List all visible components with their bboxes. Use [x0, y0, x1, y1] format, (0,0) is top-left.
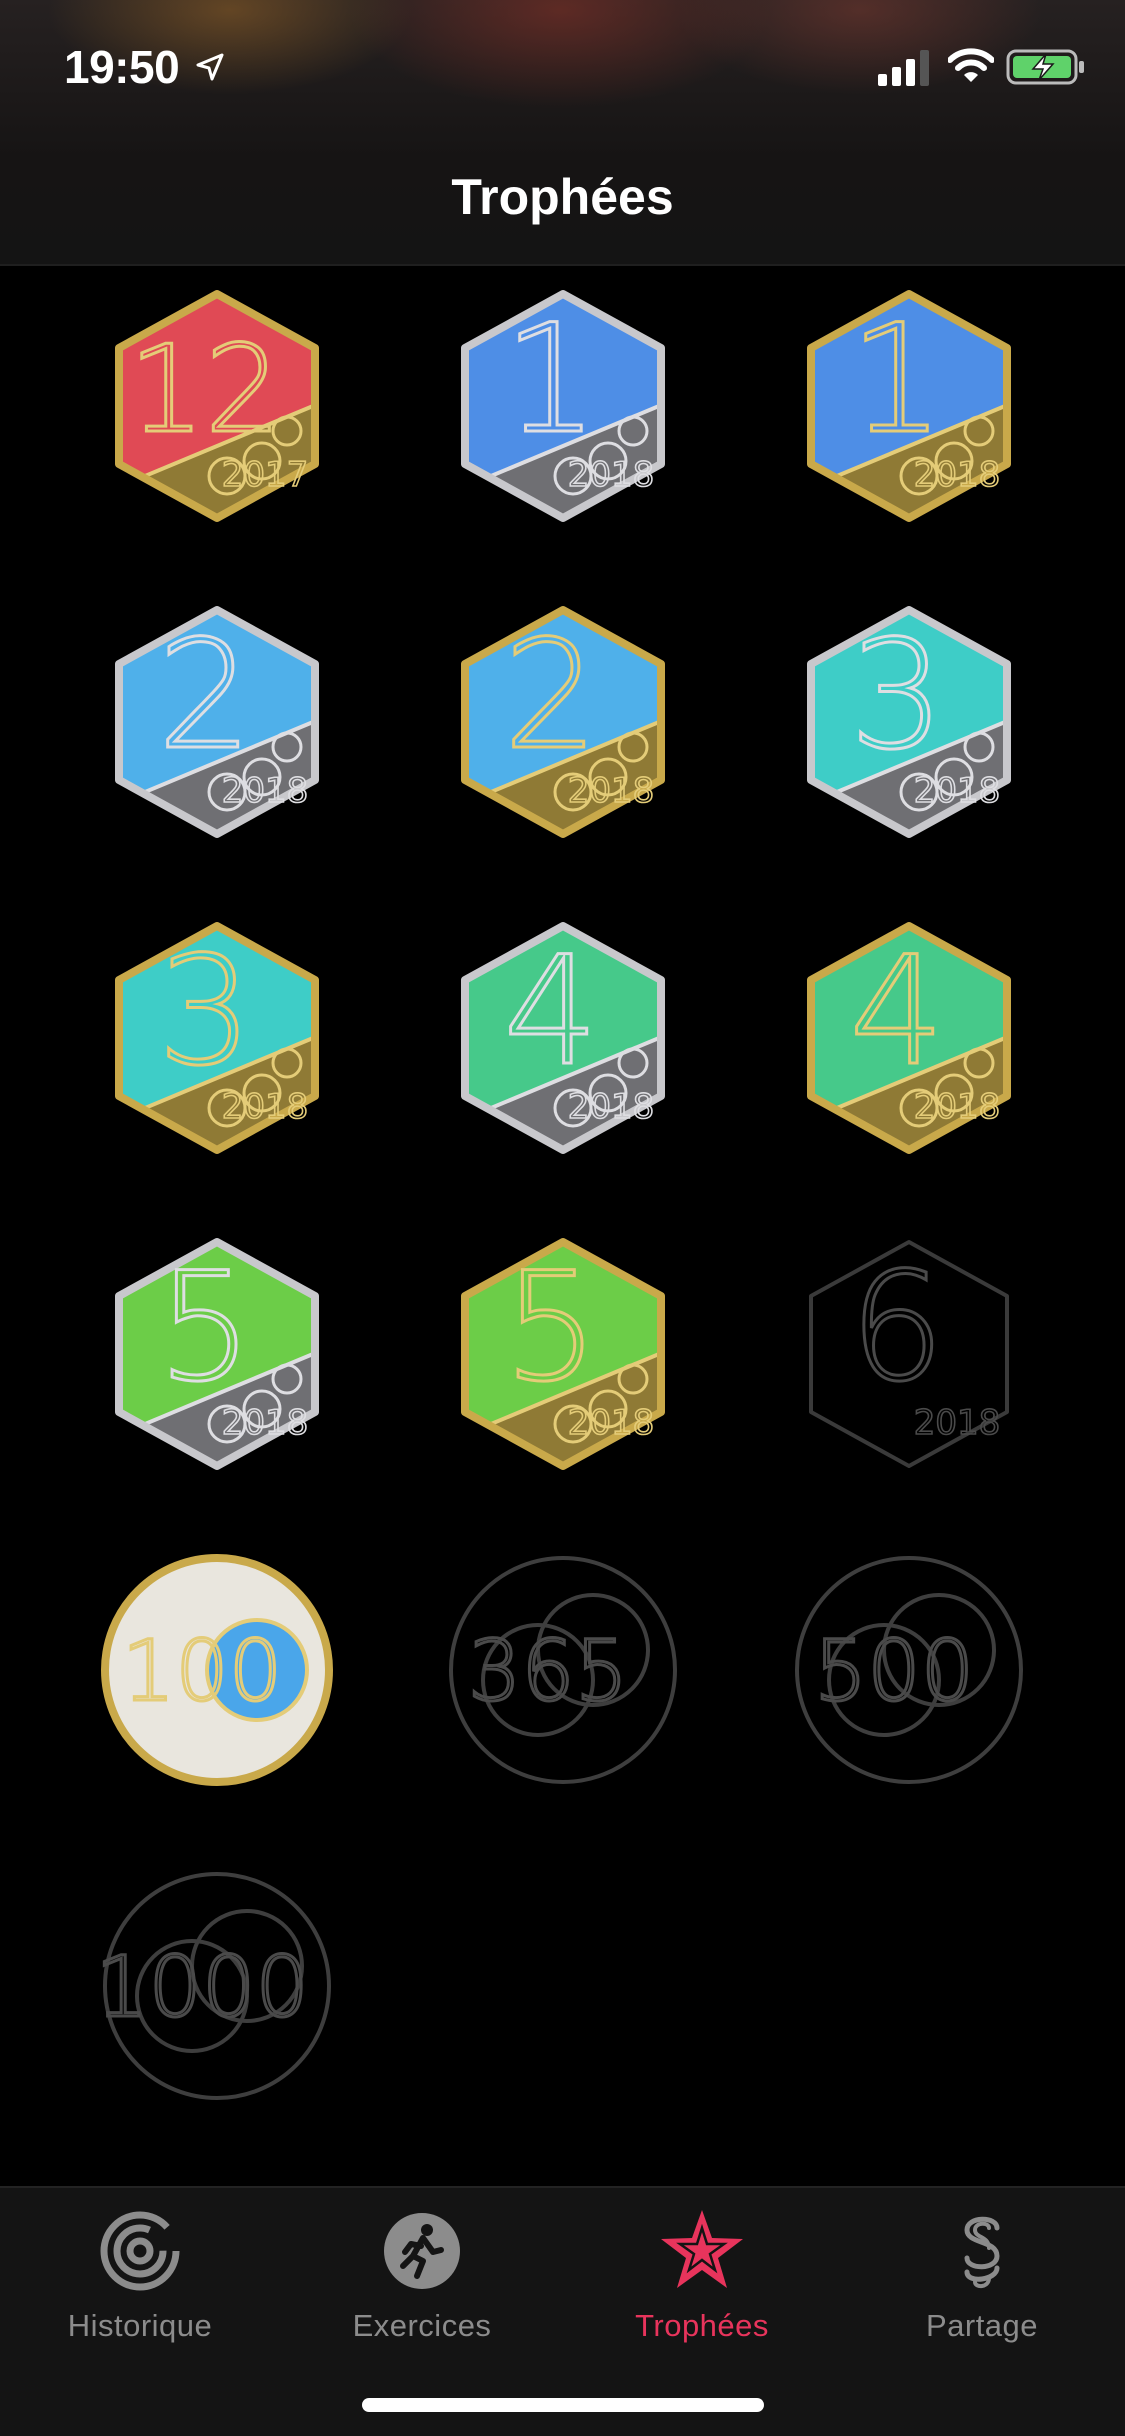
trophy-year: 2018 [568, 455, 655, 495]
trophy-badge[interactable]: 1000 [97, 1866, 337, 2106]
app-screen: 19:50 Trophées 12 2017 1 2018 1 2018 2 2018 … [0, 0, 1125, 2436]
trophy-number: 5 [503, 1241, 598, 1415]
trophy-number: 2 [157, 609, 252, 783]
trophy-badge-art: 52018 [115, 1238, 319, 1470]
trophy-badge-art: 32018 [115, 922, 319, 1154]
trophy-number: 2 [503, 609, 598, 783]
trophy-badge[interactable]: 3 2018 [97, 918, 337, 1158]
trophy-badge-art: 52018 [461, 1238, 665, 1470]
trophy-badge-art: 500 [795, 1556, 1023, 1784]
sharing-icon [964, 2216, 1000, 2289]
trophy-number: 5 [157, 1241, 252, 1415]
trophy-badge-art: 12018 [461, 290, 665, 522]
trophy-grid: 12 2017 1 2018 1 2018 2 2018 2 2018 3 2018 3 20… [0, 266, 1125, 2186]
trophy-number: 1 [849, 293, 944, 467]
trophy-badge[interactable]: 500 [789, 1550, 1029, 1790]
trophy-number: 4 [849, 925, 944, 1099]
trophy-badge[interactable]: 2 2018 [97, 602, 337, 842]
trophy-number: 12 [129, 321, 282, 460]
trophy-year: 2018 [568, 1403, 655, 1443]
tab-label: Exercices [352, 2308, 492, 2343]
trophy-number: 500 [814, 1622, 974, 1720]
trophy-year: 2018 [914, 1087, 1001, 1127]
trophy-badge-art: 42018 [461, 922, 665, 1154]
trophy-year: 2018 [222, 1087, 309, 1127]
home-indicator [362, 2398, 764, 2412]
tab-label: Trophées [635, 2308, 769, 2343]
trophy-number: 3 [157, 925, 252, 1099]
trophy-year: 2018 [222, 771, 309, 811]
trophy-badge-art: 1000 [97, 1872, 331, 2100]
page-title: Trophées [451, 169, 674, 225]
trophy-year: 2017 [222, 455, 309, 495]
tab-trophees[interactable]: Trophées [592, 2206, 812, 2356]
trophy-number: 4 [503, 925, 598, 1099]
trophy-badge[interactable]: 4 2018 [443, 918, 683, 1158]
tab-exercices[interactable]: Exercices [312, 2206, 532, 2356]
trophy-number: 1000 [97, 1938, 309, 2036]
trophy-year: 2018 [914, 455, 1001, 495]
trophy-year: 2018 [568, 771, 655, 811]
trophy-badge[interactable]: 2 2018 [443, 602, 683, 842]
trophy-badge[interactable]: 1 2018 [443, 286, 683, 526]
trophy-badge[interactable]: 100 [97, 1550, 337, 1790]
star-trophy-icon [661, 2210, 743, 2288]
header: 19:50 Trophées [0, 0, 1125, 266]
tab-label: Partage [925, 2308, 1039, 2343]
battery-charging-icon [1006, 49, 1084, 85]
trophy-badge[interactable]: 6 2018 [789, 1234, 1029, 1474]
status-time: 19:50 [64, 41, 180, 93]
trophy-badge-art: 62018 [809, 1240, 1009, 1468]
trophy-badge[interactable]: 12 2017 [97, 286, 337, 526]
trophy-badge-art: 12018 [807, 290, 1011, 522]
trophy-year: 2018 [568, 1087, 655, 1127]
trophy-badge[interactable]: 365 [443, 1550, 683, 1790]
tab-partage[interactable]: Partage [872, 2206, 1092, 2356]
trophy-number: 365 [468, 1622, 628, 1720]
tab-historique[interactable]: Historique [30, 2206, 250, 2356]
trophy-badge[interactable]: 5 2018 [97, 1234, 337, 1474]
location-arrow-icon [196, 53, 224, 81]
wifi-icon [948, 48, 994, 82]
trophy-badge-art: 32018 [807, 606, 1011, 838]
trophy-badge[interactable]: 4 2018 [789, 918, 1029, 1158]
trophy-year: 2018 [914, 771, 1001, 811]
running-figure-icon [384, 2213, 460, 2289]
trophy-year: 2018 [222, 1403, 309, 1443]
trophy-badge-art: 42018 [807, 922, 1011, 1154]
trophy-badge-art: 122017 [115, 290, 319, 522]
trophy-number: 3 [849, 609, 944, 783]
trophy-badge-art: 22018 [115, 606, 319, 838]
trophy-badge-art: 365 [449, 1556, 677, 1784]
trophy-badge-art: 100 [101, 1554, 333, 1786]
cellular-signal-icon [878, 50, 929, 86]
rings-history-icon [100, 2211, 180, 2291]
trophy-badge[interactable]: 5 2018 [443, 1234, 683, 1474]
trophy-number: 100 [122, 1622, 282, 1720]
trophy-badge[interactable]: 3 2018 [789, 602, 1029, 842]
tab-label: Historique [67, 2308, 213, 2343]
trophy-year: 2018 [914, 1403, 1001, 1443]
trophy-badge[interactable]: 1 2018 [789, 286, 1029, 526]
trophy-number: 1 [503, 293, 598, 467]
trophy-number: 6 [849, 1241, 944, 1415]
trophy-badge-art: 22018 [461, 606, 665, 838]
